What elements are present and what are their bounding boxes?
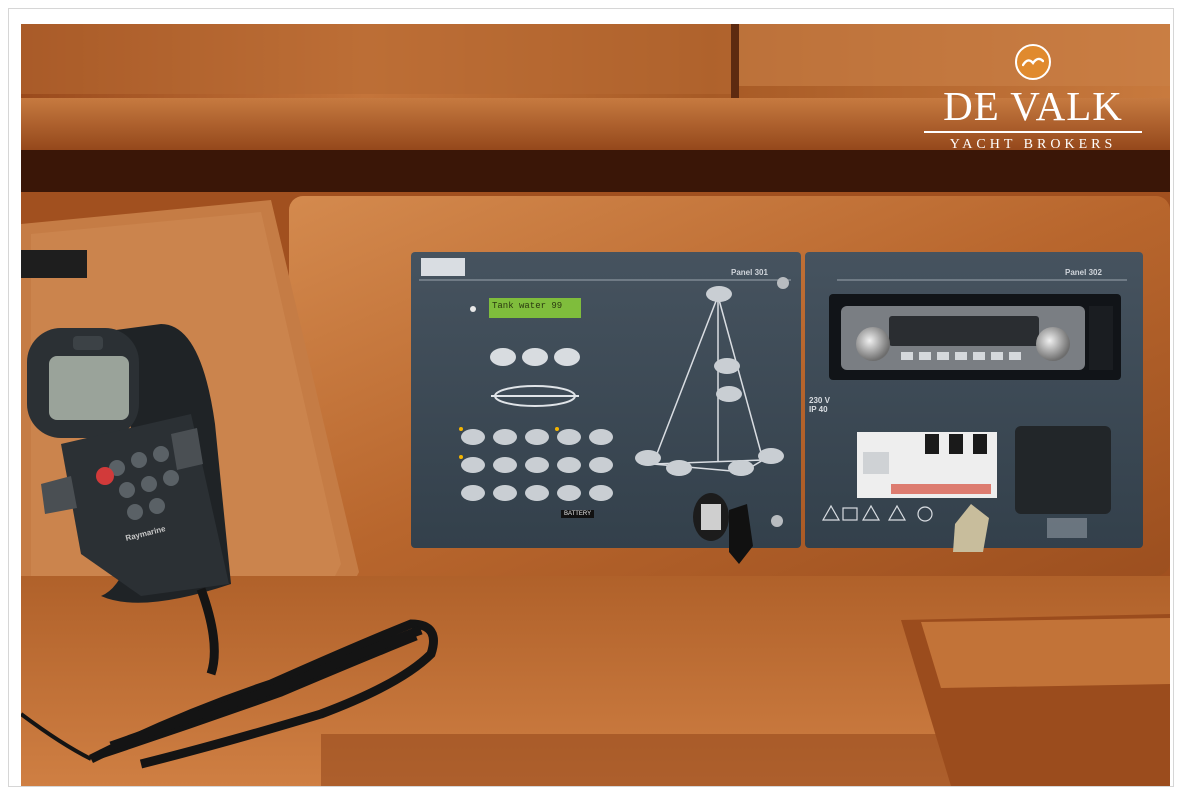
switch-button[interactable] [461,457,485,473]
preset-button[interactable] [955,352,967,360]
handset-lcd [49,356,129,420]
power-outlet[interactable] [1015,426,1111,514]
steaming-light-button[interactable] [714,358,740,374]
switch-button[interactable] [525,457,549,473]
breaker-toggle[interactable] [973,434,987,454]
panel-brand-plate [421,258,465,276]
indicator-led [459,427,463,431]
preset-button[interactable] [1009,352,1021,360]
ip-rating: IP 40 [809,405,828,415]
status-led [470,306,476,312]
switch-button[interactable] [525,429,549,445]
preset-button[interactable] [973,352,985,360]
switch-button[interactable] [557,485,581,501]
usb-ports[interactable] [701,504,721,530]
indicator-led [555,427,559,431]
masthead-light-button[interactable] [706,286,732,302]
breaker-labels [891,484,991,494]
switch-button[interactable] [589,457,613,473]
radio-preset-buttons [901,352,1021,360]
seagull-icon [1015,44,1051,80]
arrow-down-button[interactable] [522,348,548,366]
instrument-edge [21,250,87,278]
cabinet-door-left [21,24,731,94]
preset-button[interactable] [901,352,913,360]
bow-light-button[interactable] [758,448,784,464]
de-valk-logo: DE VALK YACHT BROKERS [918,44,1148,152]
panel-screw [771,515,783,527]
electrical-panel-301 [411,252,801,548]
arrow-up-button[interactable] [490,348,516,366]
handset-key[interactable] [127,504,143,520]
shadow-gap [21,150,1170,196]
logo-divider [924,131,1142,133]
handset-key[interactable] [153,446,169,462]
breaker-toggle[interactable] [949,434,963,454]
radio-display [889,316,1039,346]
radio-side-slot [1089,306,1113,370]
handset-key[interactable] [163,470,179,486]
rcd-switch[interactable] [863,452,889,474]
panel-screw [777,277,789,289]
voltage-label: 230 V IP 40 [809,396,830,414]
panel-302-label: Panel 302 [1065,268,1102,277]
desk-side-rail-top [921,618,1170,688]
deck-light-button[interactable] [716,386,742,402]
seagull-icon-glyph [1022,57,1044,67]
cabinet-gap [731,24,739,102]
switch-button[interactable] [557,457,581,473]
volume-knob[interactable] [856,327,890,361]
preset-button[interactable] [991,352,1003,360]
tuning-knob[interactable] [1036,327,1070,361]
handset-speaker [73,336,103,350]
panel-301-label: Panel 301 [731,268,768,277]
stern-light-button[interactable] [728,460,754,476]
brand-plate-small [1047,518,1087,538]
preset-button[interactable] [937,352,949,360]
handset-key[interactable] [149,498,165,514]
anchor-light-button[interactable] [666,460,692,476]
yacht-nav-station-photo: Panel 301 Panel 302 Tank water 99 BATTER… [21,24,1170,786]
battery-tag: BATTERY [561,510,595,518]
switch-button[interactable] [461,429,485,445]
switch-button[interactable] [461,485,485,501]
preset-button[interactable] [919,352,931,360]
indicator-led [459,455,463,459]
switch-button[interactable] [493,429,517,445]
handset-key[interactable] [119,482,135,498]
handset-key[interactable] [141,476,157,492]
logo-name: DE VALK [943,83,1123,129]
nav-light-button[interactable] [635,450,661,466]
breaker-toggle[interactable] [925,434,939,454]
distress-button[interactable] [96,467,114,485]
logo-tagline: YACHT BROKERS [949,137,1117,152]
tank-lcd-text: Tank water 99 [492,301,563,311]
switch-button[interactable] [493,485,517,501]
switch-button[interactable] [589,485,613,501]
switch-button[interactable] [525,485,549,501]
voltage-value: 230 V [809,396,830,405]
switch-button[interactable] [557,429,581,445]
handset-key[interactable] [131,452,147,468]
switch-button[interactable] [589,429,613,445]
switch-button[interactable] [493,457,517,473]
enter-button[interactable] [554,348,580,366]
